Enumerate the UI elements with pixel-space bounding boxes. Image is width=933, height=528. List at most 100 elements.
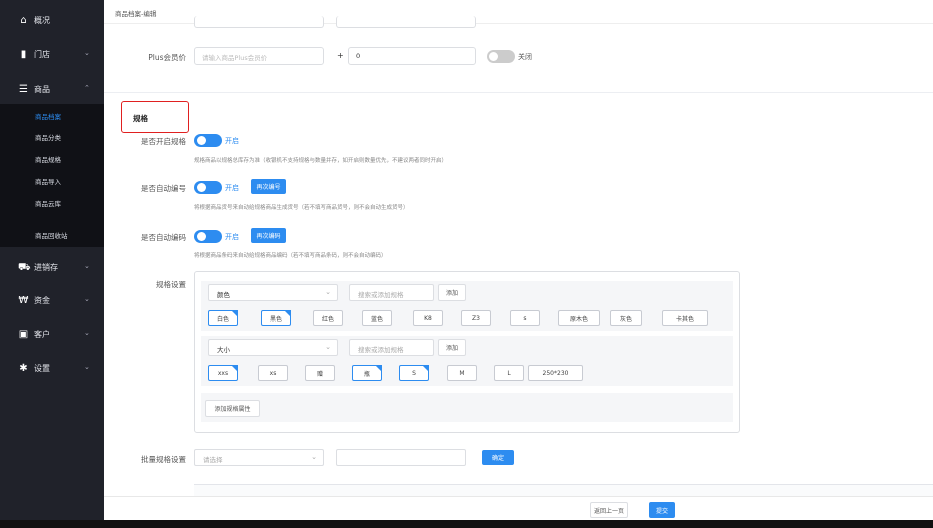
sidebar-subitem-goods-spec[interactable]: 商品规格	[0, 150, 104, 167]
sidebar: ⌂ 概况 ▮ 门店 ⌄ ☰ 商品 ⌃ 商品档案 商品分类 商品规格 商品导入 商…	[0, 0, 104, 528]
plus-price-placeholder: 请输入商品Plus会员价	[202, 54, 268, 62]
spec-tag[interactable]: xs	[258, 365, 288, 381]
spec-tag[interactable]: M	[447, 365, 477, 381]
batch-spec-select[interactable]: 请选择 ⌄	[194, 449, 324, 466]
enable-spec-state: 开启	[225, 137, 239, 145]
sidebar-subitem-goods-archive[interactable]: 商品档案	[0, 107, 104, 124]
auto-code-hint: 将根据商品货号来自动给规格商品生成货号（若不填写商品货号，则不会自动生成货号）	[194, 205, 409, 211]
previous-input[interactable]	[336, 16, 476, 28]
enable-spec-toggle[interactable]	[194, 134, 222, 147]
toggle-knob	[197, 183, 206, 192]
footer-bar: 返回上一页 提交	[104, 496, 933, 520]
enable-spec-label: 是否开启规格	[141, 137, 186, 146]
spec-tag[interactable]: L	[494, 365, 524, 381]
sidebar-item-label: 设置	[34, 363, 50, 373]
spec-tag[interactable]: 瓶	[352, 365, 382, 381]
sidebar-item-goods[interactable]: ☰ 商品 ⌃	[0, 79, 104, 99]
main-content: Plus会员价 请输入商品Plus会员价 + 0 关闭 规格 是否开启规格 开启…	[104, 16, 933, 518]
auto-barcode-label: 是否自动编码	[141, 233, 186, 242]
sidebar-item-settings[interactable]: ✱ 设置 ⌄	[0, 358, 104, 378]
chevron-down-icon: ⌄	[311, 453, 317, 461]
spec-search-input[interactable]: 搜索或添加规格	[349, 339, 434, 356]
spec-group-size: 大小 ⌄ 搜索或添加规格 添加 xxs xs 赠 瓶 S M L 250*230	[201, 336, 733, 386]
sidebar-item-store[interactable]: ▮ 门店 ⌄	[0, 44, 104, 64]
spec-tag[interactable]: 卡其色	[662, 310, 708, 326]
sidebar-item-inventory[interactable]: ⛟ 进销存 ⌄	[0, 257, 104, 277]
plus-price-toggle[interactable]	[487, 50, 515, 63]
sidebar-subitem-goods-category[interactable]: 商品分类	[0, 128, 104, 145]
spec-section-title-text: 规格	[133, 114, 148, 123]
sidebar-item-label: 进销存	[34, 262, 58, 272]
auto-code-toggle[interactable]	[194, 181, 222, 194]
breadcrumb: 商品档案-编辑	[115, 10, 157, 18]
spec-add-attr-row: 添加规格属性	[201, 393, 733, 422]
plus-price-input[interactable]: 请输入商品Plus会员价	[194, 47, 324, 65]
add-spec-attr-button[interactable]: 添加规格属性	[205, 400, 260, 417]
sidebar-item-customer[interactable]: ▣ 客户 ⌄	[0, 324, 104, 344]
batch-confirm-button[interactable]: 确定	[482, 450, 514, 465]
spec-tag[interactable]: 灰色	[610, 310, 642, 326]
home-icon: ⌂	[20, 14, 27, 26]
auto-barcode-hint: 将根据商品条码来自动给规格商品编码（若不填写商品条码，则不会自动编码）	[194, 253, 387, 259]
sidebar-subitem-label: 商品导入	[35, 177, 61, 186]
plus-price-toggle-label: 关闭	[518, 53, 532, 61]
auto-code-state: 开启	[225, 184, 239, 192]
recode-button[interactable]: 再次编号	[251, 179, 286, 194]
rebarcode-button[interactable]: 再次编码	[251, 228, 286, 243]
plus-price-extra-input[interactable]: 0	[348, 47, 476, 65]
spec-search-placeholder: 搜索或添加规格	[358, 291, 404, 299]
spec-tag[interactable]: Z3	[461, 310, 491, 326]
chevron-down-icon: ⌄	[84, 363, 90, 371]
spec-group-select[interactable]: 大小 ⌄	[208, 339, 338, 356]
spec-tag[interactable]: K8	[413, 310, 443, 326]
spec-section-title: 规格	[121, 101, 189, 133]
spec-add-button[interactable]: 添加	[438, 339, 466, 356]
plus-price-label: Plus会员价	[148, 53, 186, 62]
enable-spec-hint: 规格商品以规格总库存为准（收银机不支持规格与数量并存，如开启则数量优先，不建议两…	[194, 158, 448, 164]
plus-price-extra-value: 0	[356, 52, 361, 60]
spec-tag[interactable]: 黑色	[261, 310, 291, 326]
spec-search-placeholder: 搜索或添加规格	[358, 346, 404, 354]
spec-group-select[interactable]: 颜色 ⌄	[208, 284, 338, 301]
batch-spec-label: 批量规格设置	[141, 455, 186, 464]
batch-spec-placeholder: 请选择	[203, 456, 223, 464]
spec-settings-label: 规格设置	[156, 280, 186, 289]
spec-add-button[interactable]: 添加	[438, 284, 466, 301]
auto-barcode-toggle[interactable]	[194, 230, 222, 243]
id-card-icon: ▣	[18, 328, 29, 340]
plus-sign: +	[337, 51, 344, 60]
sidebar-subitem-goods-recycle[interactable]: 商品回收站	[0, 226, 104, 243]
chevron-up-icon: ⌃	[84, 84, 90, 92]
chevron-down-icon: ⌄	[84, 295, 90, 303]
sidebar-item-funds[interactable]: ₩ 资金 ⌄	[0, 290, 104, 310]
spec-tag[interactable]: 250*230	[528, 365, 583, 381]
spec-tag[interactable]: xxs	[208, 365, 238, 381]
sidebar-subitem-goods-import[interactable]: 商品导入	[0, 172, 104, 189]
sidebar-item-label: 商品	[34, 84, 50, 94]
previous-input[interactable]	[194, 16, 324, 28]
won-icon: ₩	[18, 294, 29, 306]
sidebar-subitem-goods-cloud[interactable]: 商品云库	[0, 194, 104, 211]
spec-tag[interactable]: S	[399, 365, 429, 381]
sidebar-item-label: 资金	[34, 295, 50, 305]
spec-tag[interactable]: 赠	[305, 365, 335, 381]
submit-button[interactable]: 提交	[649, 502, 675, 518]
toggle-knob	[197, 136, 206, 145]
truck-icon: ⛟	[18, 261, 31, 273]
sidebar-item-overview[interactable]: ⌂ 概况	[0, 10, 104, 30]
batch-spec-input[interactable]	[336, 449, 466, 466]
chevron-down-icon: ⌄	[84, 49, 90, 57]
back-button[interactable]: 返回上一页	[590, 502, 628, 518]
spec-group-name: 颜色	[217, 291, 230, 299]
bottom-strip	[0, 520, 933, 528]
spec-tag[interactable]: 红色	[313, 310, 343, 326]
sidebar-subitem-label: 商品回收站	[35, 231, 68, 240]
section-divider	[104, 92, 933, 93]
spec-tag[interactable]: 蓝色	[362, 310, 392, 326]
spec-search-input[interactable]: 搜索或添加规格	[349, 284, 434, 301]
spec-tag[interactable]: 原木色	[558, 310, 600, 326]
auto-barcode-state: 开启	[225, 233, 239, 241]
sidebar-subitem-label: 商品云库	[35, 199, 61, 208]
spec-tag[interactable]: s	[510, 310, 540, 326]
spec-tag[interactable]: 白色	[208, 310, 238, 326]
